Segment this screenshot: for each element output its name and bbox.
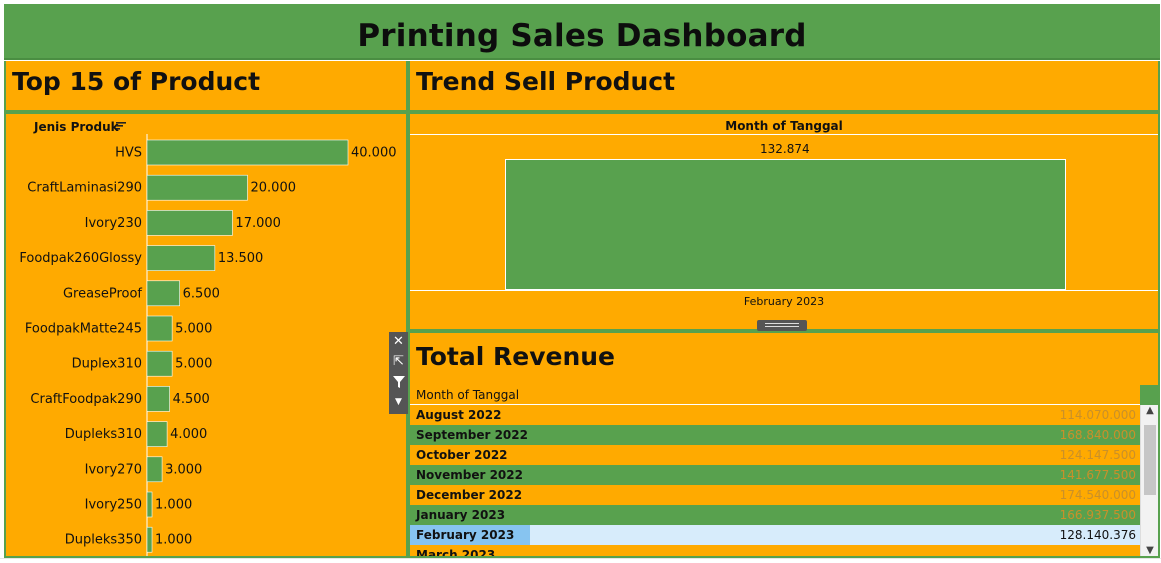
- row-month: December 2022: [416, 488, 523, 502]
- bar-value-label: 4.000: [170, 427, 207, 442]
- bar-craftlaminasi290[interactable]: [146, 174, 248, 201]
- category-label: Ivory270: [85, 462, 142, 477]
- bar-value-label: 1.000: [155, 498, 192, 513]
- trend-header-divider: [410, 134, 1158, 135]
- total-revenue-panel: Total Revenue Month of Tanggal August 20…: [408, 331, 1160, 558]
- bar-greaseproof[interactable]: [146, 280, 180, 307]
- top-products-chart-panel[interactable]: Jenis Produk HVS 40.000 CraftLaminasi290 20.…: [4, 112, 408, 558]
- bar-value-label: 5.000: [175, 357, 212, 372]
- trend-title-panel: Trend Sell Product: [408, 61, 1160, 112]
- trend-bar-february-2023[interactable]: [505, 159, 1066, 290]
- row-month: October 2022: [416, 448, 508, 462]
- bar-ivory230[interactable]: [146, 210, 233, 236]
- category-label: HVS: [115, 146, 142, 161]
- table-row[interactable]: September 2022 168.840.000: [410, 425, 1140, 445]
- category-label: CraftFoodpak290: [30, 392, 142, 407]
- trend-column-header: Month of Tanggal: [725, 119, 843, 133]
- top-products-title-panel: Top 15 of Product: [4, 61, 408, 112]
- bar-foodpak260glossy[interactable]: [146, 245, 216, 271]
- table-row[interactable]: November 2022 141.677.500: [410, 465, 1140, 485]
- bar-foodpakmatte245[interactable]: [146, 315, 173, 342]
- top-products-title: Top 15 of Product: [12, 67, 261, 96]
- revenue-scrollbar[interactable]: ▲ ▼: [1140, 405, 1158, 556]
- axis-header-jenis-produk: Jenis Produk: [33, 120, 120, 134]
- row-month: September 2022: [416, 428, 528, 442]
- category-label: Foodpak260Glossy: [19, 251, 142, 266]
- bar-value-label: 13.500: [218, 251, 264, 266]
- trend-title: Trend Sell Product: [416, 67, 676, 96]
- row-month: March 2023: [416, 548, 496, 556]
- table-row[interactable]: January 2023 166.937.500: [410, 505, 1140, 525]
- worksheet-toolbar: ✕ ⇱ ▼: [389, 332, 408, 414]
- category-label: CraftLaminasi290: [27, 181, 142, 196]
- dashboard-title: Printing Sales Dashboard: [357, 18, 807, 54]
- bar-value-label: 1.000: [155, 533, 192, 548]
- category-label: Duplex310: [72, 357, 142, 372]
- revenue-header-filler: [1140, 385, 1158, 405]
- scroll-down-icon[interactable]: ▼: [1141, 545, 1158, 556]
- category-label: Dupleks350: [65, 533, 142, 548]
- row-value: 174.540.000: [1059, 488, 1136, 502]
- trend-chart-panel[interactable]: Month of Tanggal 132.874 February 2023: [408, 112, 1160, 331]
- popout-icon[interactable]: ⇱: [389, 352, 408, 372]
- bar-value-label: 4.500: [173, 392, 210, 407]
- category-label: Ivory250: [85, 498, 142, 513]
- bar-duplex310[interactable]: [146, 350, 173, 377]
- bar-value-label: 6.500: [183, 286, 220, 301]
- table-row-selected[interactable]: February 2023 128.140.376: [410, 525, 1140, 545]
- total-revenue-title: Total Revenue: [416, 342, 616, 371]
- row-month: November 2022: [416, 468, 523, 482]
- category-label: GreaseProof: [63, 286, 142, 301]
- row-value: 141.677.500: [1059, 468, 1136, 482]
- close-icon[interactable]: ✕: [389, 332, 408, 352]
- resize-grip[interactable]: [757, 320, 807, 331]
- top-products-bar-chart[interactable]: Jenis Produk HVS 40.000 CraftLaminasi290 20.…: [6, 114, 406, 558]
- trend-x-label: February 2023: [743, 295, 825, 308]
- bar-value-label: 40.000: [351, 146, 397, 161]
- row-value: 166.937.500: [1059, 508, 1136, 522]
- bottom-strip: [0, 558, 1161, 563]
- bar-value-label: 5.000: [175, 322, 212, 337]
- table-row[interactable]: August 2022 114.070.000: [410, 405, 1140, 425]
- revenue-column-header: Month of Tanggal: [410, 385, 1140, 405]
- filter-icon[interactable]: [389, 372, 408, 392]
- scroll-thumb[interactable]: [1144, 425, 1156, 495]
- row-value: 124.147.500: [1059, 448, 1136, 462]
- bar-value-label: 17.000: [235, 216, 280, 231]
- scroll-up-icon[interactable]: ▲: [1141, 405, 1158, 416]
- bar-value-label: 20.000: [251, 181, 297, 196]
- bar-dupleks310[interactable]: [146, 421, 168, 447]
- row-value: 128.140.376: [1059, 528, 1136, 542]
- table-row[interactable]: December 2022 174.540.000: [410, 485, 1140, 505]
- table-row[interactable]: March 2023: [410, 545, 1140, 556]
- bar-ivory250[interactable]: [146, 491, 153, 518]
- bar-ivory270[interactable]: [146, 456, 163, 483]
- dashboard-header: Printing Sales Dashboard: [4, 4, 1160, 60]
- row-month: February 2023: [410, 525, 530, 545]
- more-icon[interactable]: ▼: [389, 392, 408, 412]
- category-label: Ivory230: [85, 216, 142, 231]
- revenue-table: Month of Tanggal August 2022 114.070.000…: [410, 385, 1158, 556]
- bar-craftfoodpak290[interactable]: [146, 386, 170, 412]
- sort-icon[interactable]: [116, 122, 126, 130]
- row-month: January 2023: [416, 508, 506, 522]
- table-row[interactable]: October 2022 124.147.500: [410, 445, 1140, 465]
- row-month: August 2022: [416, 408, 502, 422]
- row-value: 168.840.000: [1059, 428, 1136, 442]
- bar-value-label: 3.000: [165, 462, 202, 477]
- trend-axis-line: [410, 290, 1158, 291]
- bar-hvs[interactable]: [146, 139, 349, 166]
- category-label: FoodpakMatte245: [25, 322, 142, 337]
- trend-value-label: 132.874: [760, 142, 810, 156]
- row-value: 114.070.000: [1059, 408, 1136, 422]
- bar-dupleks350[interactable]: [146, 526, 153, 553]
- category-label: Dupleks310: [65, 427, 142, 442]
